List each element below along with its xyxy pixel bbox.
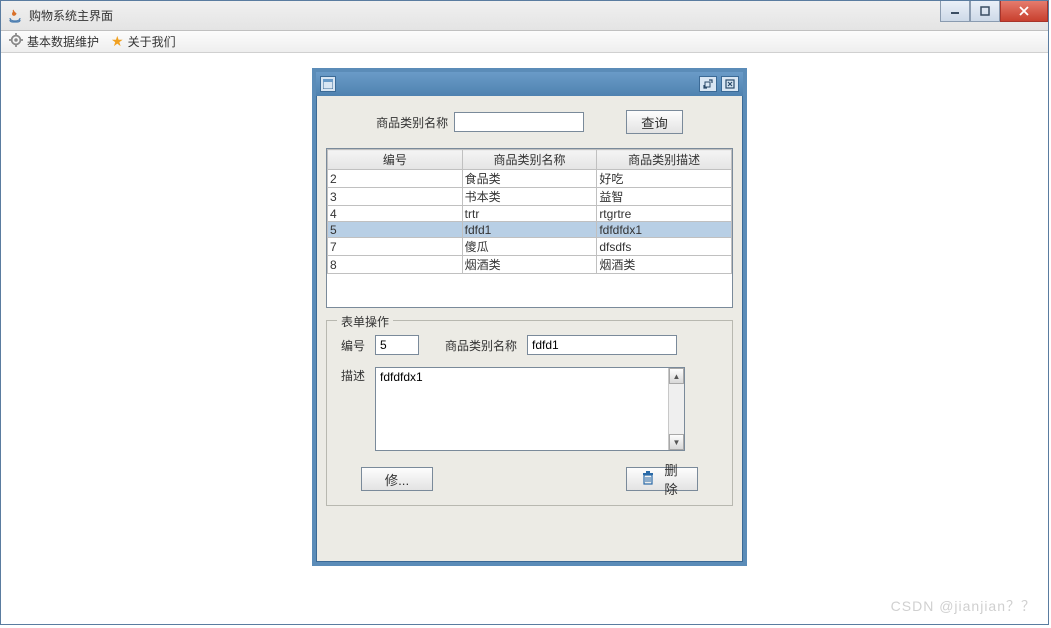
table-cell[interactable]: 2: [328, 170, 463, 188]
gear-icon: [9, 33, 23, 50]
table-header[interactable]: 商品类别名称: [462, 150, 597, 170]
form-fieldset: 表单操作 编号 商品类别名称 描述 ▲: [326, 320, 733, 506]
desc-textarea-wrap: ▲ ▼: [375, 367, 685, 451]
desc-label: 描述: [341, 367, 365, 384]
table-header[interactable]: 商品类别描述: [597, 150, 732, 170]
table-cell[interactable]: 好吃: [597, 170, 732, 188]
scrollbar[interactable]: ▲ ▼: [668, 368, 684, 450]
table-row[interactable]: 8烟酒类烟酒类: [328, 256, 732, 274]
search-button-label: 查询: [641, 113, 668, 132]
close-button[interactable]: [1000, 1, 1048, 22]
table-cell[interactable]: 7: [328, 238, 463, 256]
table-cell[interactable]: rtgrtre: [597, 206, 732, 222]
star-icon: ★: [111, 33, 124, 50]
table-cell[interactable]: 8: [328, 256, 463, 274]
table-cell[interactable]: trtr: [462, 206, 597, 222]
table-cell[interactable]: 烟酒类: [462, 256, 597, 274]
table-cell[interactable]: 3: [328, 188, 463, 206]
search-label: 商品类别名称: [376, 114, 448, 131]
frame-icon: [320, 76, 336, 92]
table-row[interactable]: 5fdfd1fdfdfdx1: [328, 222, 732, 238]
table-cell[interactable]: 烟酒类: [597, 256, 732, 274]
internal-frame: 商品类别名称 查询 编号商品类别名称商品类别描述 2食品类好吃3书本类益智4tr…: [312, 68, 747, 566]
table-cell[interactable]: 益智: [597, 188, 732, 206]
name-input[interactable]: [527, 335, 677, 355]
table-row[interactable]: 2食品类好吃: [328, 170, 732, 188]
trash-icon: [641, 471, 655, 488]
table-cell[interactable]: 4: [328, 206, 463, 222]
internal-close-button[interactable]: [721, 76, 739, 92]
table-cell[interactable]: 食品类: [462, 170, 597, 188]
delete-button[interactable]: 删除: [626, 467, 698, 491]
table-row[interactable]: 3书本类益智: [328, 188, 732, 206]
modify-button[interactable]: 修...: [361, 467, 433, 491]
menu-label: 基本数据维护: [27, 33, 99, 50]
name-label: 商品类别名称: [445, 337, 517, 354]
desktop-pane: 商品类别名称 查询 编号商品类别名称商品类别描述 2食品类好吃3书本类益智4tr…: [1, 56, 1048, 624]
main-window: 购物系统主界面 基本数据维护 ★ 关于我们: [0, 0, 1049, 625]
scroll-up-button[interactable]: ▲: [669, 368, 684, 384]
fieldset-legend: 表单操作: [337, 313, 393, 330]
table-cell[interactable]: 傻瓜: [462, 238, 597, 256]
table-cell[interactable]: dfsdfs: [597, 238, 732, 256]
table-row[interactable]: 7傻瓜dfsdfs: [328, 238, 732, 256]
id-input[interactable]: [375, 335, 419, 355]
table-header[interactable]: 编号: [328, 150, 463, 170]
table-cell[interactable]: fdfd1: [462, 222, 597, 238]
menubar: 基本数据维护 ★ 关于我们: [1, 31, 1048, 53]
watermark: CSDN @jianjian？？: [891, 596, 1036, 616]
scroll-down-button[interactable]: ▼: [669, 434, 684, 450]
menu-about-us[interactable]: ★ 关于我们: [111, 33, 176, 50]
search-row: 商品类别名称 查询: [326, 110, 733, 134]
maximize-button[interactable]: [970, 1, 1000, 22]
internal-titlebar[interactable]: [316, 72, 743, 96]
menu-label: 关于我们: [128, 33, 176, 50]
panel-body: 商品类别名称 查询 编号商品类别名称商品类别描述 2食品类好吃3书本类益智4tr…: [316, 96, 743, 516]
modify-button-label: 修...: [385, 470, 409, 489]
category-table[interactable]: 编号商品类别名称商品类别描述 2食品类好吃3书本类益智4trtrrtgrtre5…: [326, 148, 733, 308]
menu-data-maintain[interactable]: 基本数据维护: [9, 33, 99, 50]
search-input[interactable]: [454, 112, 584, 132]
minimize-button[interactable]: [940, 1, 970, 22]
titlebar: 购物系统主界面: [1, 1, 1048, 31]
delete-button-label: 删除: [659, 460, 683, 498]
table-cell[interactable]: 书本类: [462, 188, 597, 206]
java-icon: [7, 8, 23, 24]
table-row[interactable]: 4trtrrtgrtre: [328, 206, 732, 222]
search-button[interactable]: 查询: [626, 110, 683, 134]
table-cell[interactable]: fdfdfdx1: [597, 222, 732, 238]
window-title: 购物系统主界面: [29, 7, 113, 24]
desc-textarea[interactable]: [376, 368, 668, 450]
internal-maximize-button[interactable]: [699, 76, 717, 92]
table-cell[interactable]: 5: [328, 222, 463, 238]
id-label: 编号: [341, 337, 365, 354]
window-controls: [940, 1, 1048, 22]
